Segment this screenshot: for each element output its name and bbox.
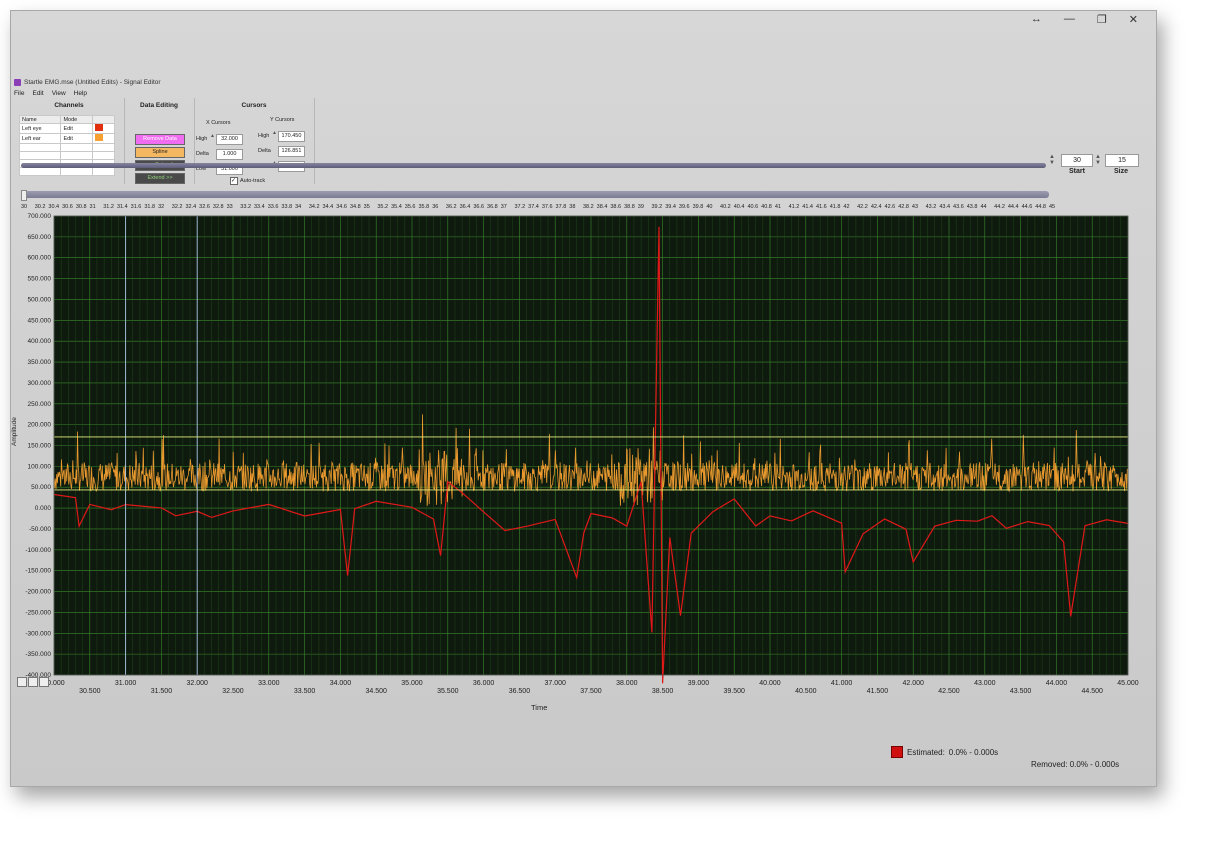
x-tick-label: 45.000 — [1117, 680, 1139, 687]
y-tick-label: 50.000 — [31, 484, 51, 491]
y-tick-label: 200.000 — [28, 422, 52, 429]
x-tick-label: 35.000 — [401, 680, 423, 687]
x-tick-label: 40.500 — [795, 688, 817, 695]
x-tick-label: 31.000 — [115, 680, 137, 687]
y-tick-label: -350.000 — [25, 651, 51, 658]
y-tick-label: 600.000 — [28, 255, 52, 262]
y-tick-label: 650.000 — [28, 234, 52, 241]
x-tick-label: 30.500 — [79, 688, 101, 695]
removed-value: 0.0% - 0.000s — [1069, 760, 1120, 769]
x-tick-label: 38.500 — [652, 688, 674, 695]
y-tick-label: 0.000 — [35, 505, 52, 512]
y-tick-label: 550.000 — [28, 276, 52, 283]
y-tick-label: -150.000 — [25, 568, 51, 575]
y-tick-label: 700.000 — [28, 213, 52, 220]
removed-label: Removed: — [1031, 760, 1068, 769]
x-tick-label: 33.500 — [294, 688, 316, 695]
pan-tool-icon[interactable] — [28, 677, 38, 687]
signal-editor-window: ↔ — ❐ ✕ Startle EMG.mse (Untitled Edits)… — [10, 10, 1157, 787]
x-tick-label: 32.500 — [222, 688, 244, 695]
x-tick-label: 43.500 — [1010, 688, 1032, 695]
x-tick-label: 40.000 — [759, 680, 781, 687]
x-axis-label: Time — [531, 703, 548, 712]
estimated-label: Estimated: — [907, 747, 945, 757]
y-tick-label: 300.000 — [28, 380, 52, 387]
x-tick-label: 37.500 — [580, 688, 602, 695]
x-tick-label: 42.000 — [902, 680, 924, 687]
status-removed: Removed: 0.0% - 0.000s — [1031, 760, 1119, 769]
y-tick-label: -100.000 — [25, 547, 51, 554]
x-tick-label: 32.000 — [186, 680, 208, 687]
x-tick-label: 41.000 — [831, 680, 853, 687]
estimated-color-swatch — [891, 746, 903, 758]
y-tick-label: 450.000 — [28, 317, 52, 324]
y-tick-label: -200.000 — [25, 589, 51, 596]
y-tick-label: -250.000 — [25, 609, 51, 616]
x-tick-label: 33.000 — [258, 680, 280, 687]
y-tick-label: 150.000 — [28, 443, 52, 450]
y-tick-label: 400.000 — [28, 338, 52, 345]
x-tick-label: 31.500 — [151, 688, 173, 695]
y-tick-label: 350.000 — [28, 359, 52, 366]
x-tick-label: 38.000 — [616, 680, 638, 687]
y-tick-label: 500.000 — [28, 296, 52, 303]
x-tick-label: 36.000 — [473, 680, 495, 687]
x-tick-label: 39.500 — [723, 688, 745, 695]
x-tick-label: 44.000 — [1046, 680, 1068, 687]
status-estimated: Estimated: 0.0% - 0.000s — [891, 746, 998, 758]
signal-chart[interactable]: 700.000 650.000 600.000 550.000 500.000 450.0… — [11, 11, 1156, 731]
estimated-value: 0.0% - 0.000s — [948, 747, 999, 757]
x-tick-label: 42.500 — [938, 688, 960, 695]
plot-toolbar — [17, 677, 49, 687]
hand-tool-icon[interactable] — [39, 677, 49, 687]
x-tick-label: 41.500 — [867, 688, 889, 695]
y-tick-label: 250.000 — [28, 401, 52, 408]
x-tick-label: 37.000 — [544, 680, 566, 687]
x-tick-label: 34.500 — [365, 688, 387, 695]
x-tick-label: 43.000 — [974, 680, 996, 687]
x-tick-label: 44.500 — [1081, 688, 1103, 695]
y-axis-label: Amplitude — [11, 417, 18, 446]
y-tick-label: -50.000 — [29, 526, 51, 533]
y-tick-label: 100.000 — [28, 463, 52, 470]
zoom-tool-icon[interactable] — [17, 677, 27, 687]
y-tick-label: -300.000 — [25, 630, 51, 637]
x-tick-label: 36.500 — [509, 688, 531, 695]
x-tick-label: 35.500 — [437, 688, 459, 695]
x-tick-label: 39.000 — [688, 680, 710, 687]
x-tick-label: 34.000 — [330, 680, 352, 687]
